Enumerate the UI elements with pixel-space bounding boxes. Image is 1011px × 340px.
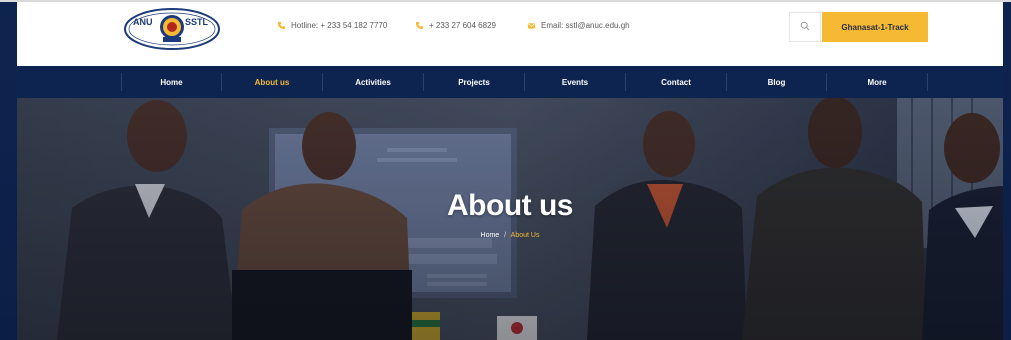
search-button[interactable] <box>789 12 821 42</box>
nav-item-activities[interactable]: Activities <box>323 66 423 98</box>
phone-icon <box>277 21 286 30</box>
breadcrumb-home[interactable]: Home <box>481 232 500 239</box>
phone-icon <box>415 21 424 30</box>
breadcrumb: Home / About Us <box>17 232 1003 239</box>
email-icon <box>527 21 536 30</box>
search-icon <box>800 18 810 36</box>
email-contact[interactable]: Email: sstl@anuc.edu.gh <box>527 21 630 30</box>
site-logo[interactable]: ANU SSTL <box>123 7 221 51</box>
breadcrumb-separator: / <box>504 232 507 239</box>
site-header: ANU SSTL Hotline: + 233 54 182 7770 + 23… <box>17 2 1003 66</box>
phone-contact[interactable]: + 233 27 604 6829 <box>415 21 496 30</box>
page: ANU SSTL Hotline: + 233 54 182 7770 + 23… <box>17 2 1003 340</box>
hotline-text: Hotline: + 233 54 182 7770 <box>291 21 388 30</box>
svg-text:ANU: ANU <box>133 17 153 27</box>
phone-text: + 233 27 604 6829 <box>429 21 496 30</box>
hero-banner: About us Home / About Us <box>17 98 1003 340</box>
svg-text:SSTL: SSTL <box>185 17 209 27</box>
breadcrumb-current: About Us <box>510 232 540 239</box>
nav-divider <box>927 73 928 91</box>
nav-item-contact[interactable]: Contact <box>626 66 726 98</box>
main-nav: Home About us Activities Projects Events… <box>17 66 1003 98</box>
hotline-contact[interactable]: Hotline: + 233 54 182 7770 <box>277 21 387 30</box>
ghanasat-track-button[interactable]: Ghanasat-1-Track <box>822 12 928 42</box>
nav-item-events[interactable]: Events <box>525 66 625 98</box>
nav-item-more[interactable]: More <box>827 66 927 98</box>
page-title: About us <box>447 189 573 222</box>
email-text: Email: sstl@anuc.edu.gh <box>541 21 630 30</box>
nav-item-blog[interactable]: Blog <box>727 66 826 98</box>
nav-item-home[interactable]: Home <box>122 66 221 98</box>
nav-item-about-us[interactable]: About us <box>222 66 322 98</box>
nav-item-projects[interactable]: Projects <box>424 66 524 98</box>
